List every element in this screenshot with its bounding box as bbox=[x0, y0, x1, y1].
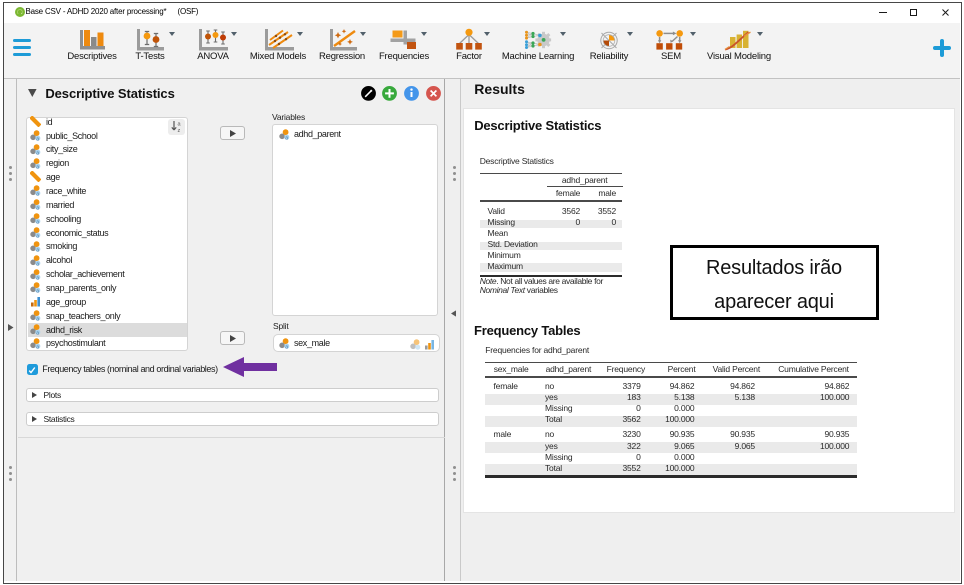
svg-text:a: a bbox=[36, 344, 39, 349]
svg-text:a: a bbox=[36, 316, 39, 321]
svg-text:a: a bbox=[36, 261, 39, 266]
svg-text:a: a bbox=[36, 219, 39, 224]
svg-text:a: a bbox=[285, 135, 288, 140]
svg-text:a: a bbox=[178, 121, 182, 127]
svg-text:a: a bbox=[36, 330, 39, 335]
svg-text:a: a bbox=[36, 136, 39, 141]
svg-text:a: a bbox=[36, 233, 39, 238]
svg-text:z: z bbox=[178, 128, 181, 133]
svg-text:a: a bbox=[36, 192, 39, 197]
svg-text:a: a bbox=[36, 275, 39, 280]
svg-text:a: a bbox=[285, 344, 288, 349]
svg-text:a: a bbox=[36, 150, 39, 155]
svg-text:a: a bbox=[36, 247, 39, 252]
svg-text:a: a bbox=[36, 289, 39, 294]
svg-text:a: a bbox=[36, 205, 39, 210]
svg-text:a: a bbox=[36, 164, 39, 169]
